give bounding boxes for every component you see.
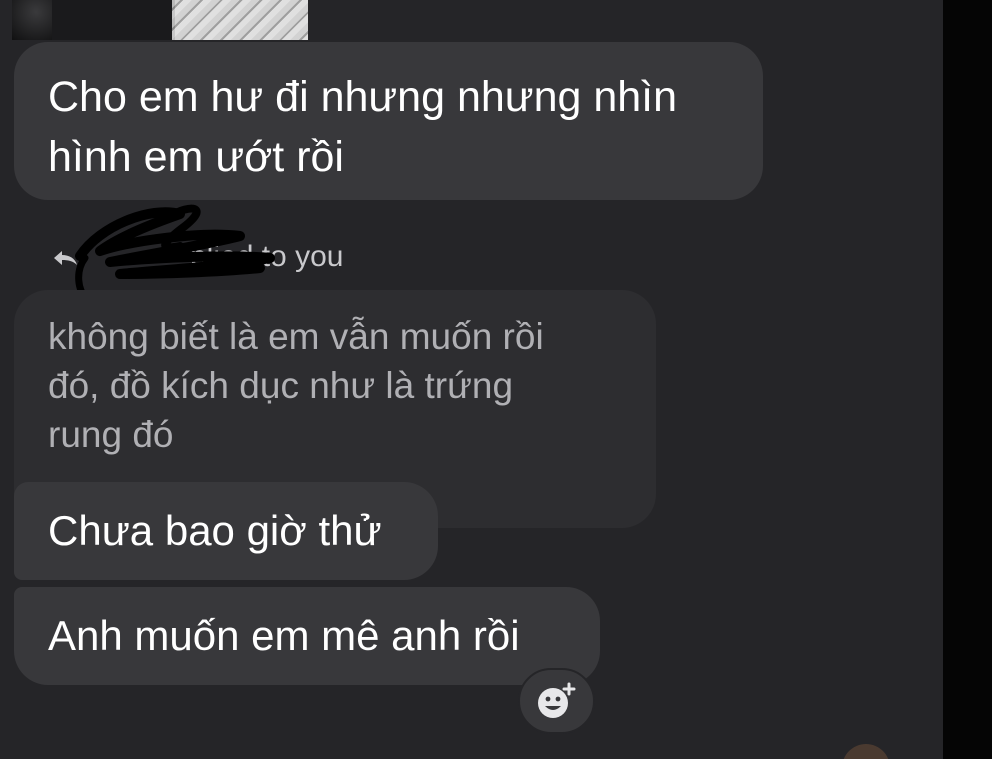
message-text-line: hình em ướt rồi [48, 133, 344, 181]
quoted-text-line: không biết là em vẫn muốn rồi [48, 316, 544, 357]
message-text-line: Cho em hư đi nhưng nhưng nhìn [48, 73, 678, 121]
chat-thread: Cho em hư đi nhưng nhưng nhìn hình em ướ… [0, 0, 943, 759]
add-reaction-icon [537, 682, 575, 718]
message-bubble[interactable]: Anh muốn em mê anh rồi [14, 587, 600, 685]
message-bubble[interactable]: Chưa bao giờ thử [14, 482, 438, 580]
side-panel-edge [943, 0, 992, 759]
image-dark-region [12, 0, 52, 40]
avatar[interactable] [842, 744, 890, 759]
image-attachment-thumbnail[interactable] [12, 0, 308, 40]
add-reaction-button[interactable] [518, 668, 595, 734]
quoted-text-line: đó, đồ kích dục như là trứng [48, 365, 514, 406]
image-sketch-region [172, 0, 308, 40]
quoted-text-line: rung đó [48, 414, 174, 455]
message-bubble[interactable]: Cho em hư đi nhưng nhưng nhìn hình em ướ… [14, 42, 763, 200]
